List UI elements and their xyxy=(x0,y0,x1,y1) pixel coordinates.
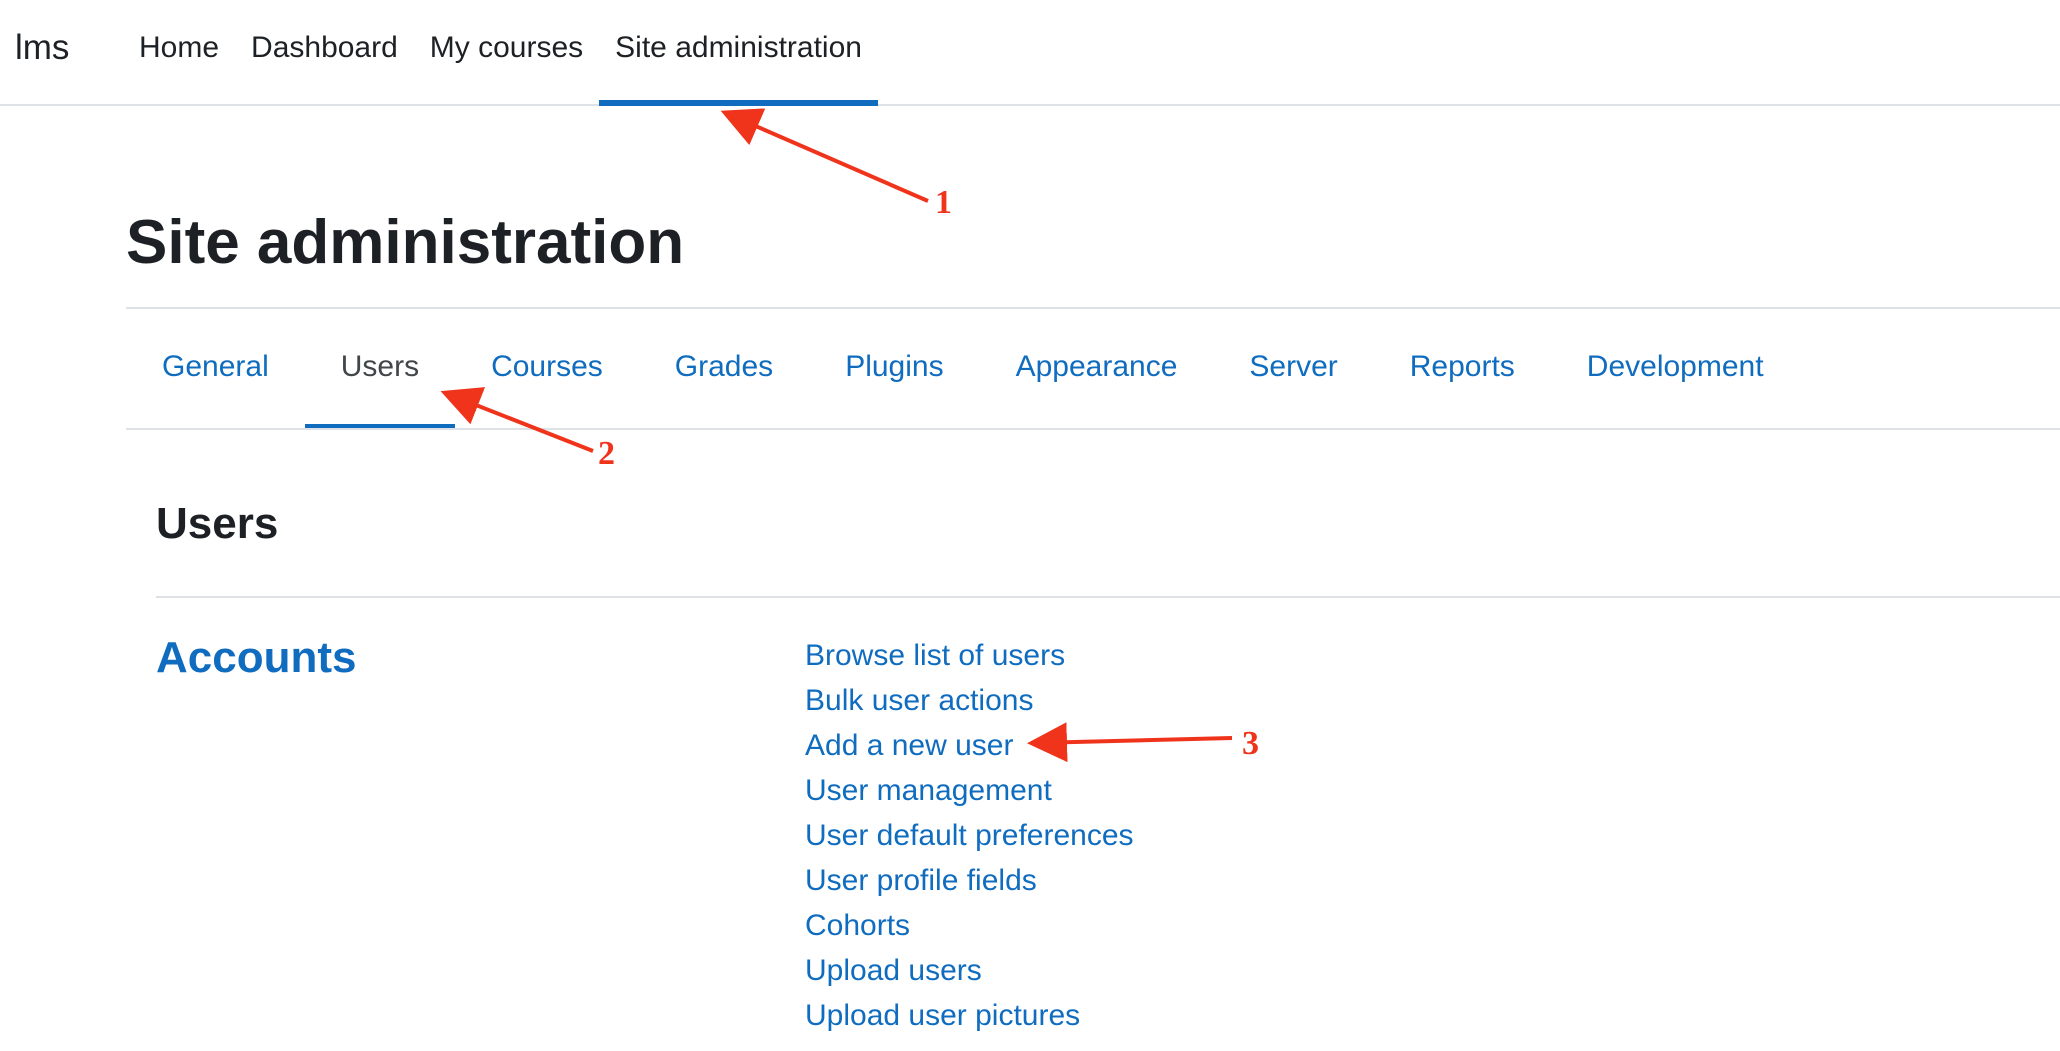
link-add-a-new-user[interactable]: Add a new user xyxy=(805,723,1134,768)
tab-plugins[interactable]: Plugins xyxy=(809,309,979,429)
tab-users[interactable]: Users xyxy=(304,309,456,430)
nav-home[interactable]: Home xyxy=(123,0,235,106)
category-accounts-link[interactable]: Accounts xyxy=(156,630,356,686)
tab-general[interactable]: General xyxy=(126,309,305,429)
tab-server[interactable]: Server xyxy=(1213,309,1373,429)
tab-development[interactable]: Development xyxy=(1551,309,1800,429)
top-navbar: lms Home Dashboard My courses Site admin… xyxy=(0,0,2060,106)
link-bulk-user-actions[interactable]: Bulk user actions xyxy=(805,678,1134,723)
tab-reports[interactable]: Reports xyxy=(1374,309,1551,429)
nav-my-courses[interactable]: My courses xyxy=(414,0,599,106)
link-user-management[interactable]: User management xyxy=(805,768,1134,813)
annotation-arrow-1 xyxy=(720,108,929,203)
nav-site-administration[interactable]: Site administration xyxy=(599,0,878,106)
nav-dashboard[interactable]: Dashboard xyxy=(235,0,414,106)
link-user-default-preferences[interactable]: User default preferences xyxy=(805,813,1134,858)
link-browse-list-of-users[interactable]: Browse list of users xyxy=(805,633,1134,678)
annotation-label-1: 1 xyxy=(935,184,952,221)
moodle-admin-page: lms Home Dashboard My courses Site admin… xyxy=(0,0,2060,1051)
annotation-label-2: 2 xyxy=(598,435,615,472)
link-user-profile-fields[interactable]: User profile fields xyxy=(805,858,1134,903)
tabs-divider xyxy=(126,428,2060,430)
section-heading-users: Users xyxy=(156,499,279,548)
link-upload-users[interactable]: Upload users xyxy=(805,948,1134,993)
annotation-1: 1 xyxy=(720,108,952,221)
tab-courses[interactable]: Courses xyxy=(455,309,639,429)
tab-appearance[interactable]: Appearance xyxy=(980,309,1214,429)
section-divider xyxy=(156,596,2060,598)
link-cohorts[interactable]: Cohorts xyxy=(805,903,1134,948)
accounts-link-list: Browse list of users Bulk user actions A… xyxy=(805,633,1134,1038)
link-upload-user-pictures[interactable]: Upload user pictures xyxy=(805,993,1134,1038)
site-brand[interactable]: lms xyxy=(15,26,69,70)
admin-tabs: General Users Courses Grades Plugins App… xyxy=(126,309,1800,430)
primary-navigation: Home Dashboard My courses Site administr… xyxy=(123,0,878,106)
tab-grades[interactable]: Grades xyxy=(639,309,809,429)
page-title: Site administration xyxy=(126,208,685,277)
annotation-label-3: 3 xyxy=(1242,725,1259,762)
